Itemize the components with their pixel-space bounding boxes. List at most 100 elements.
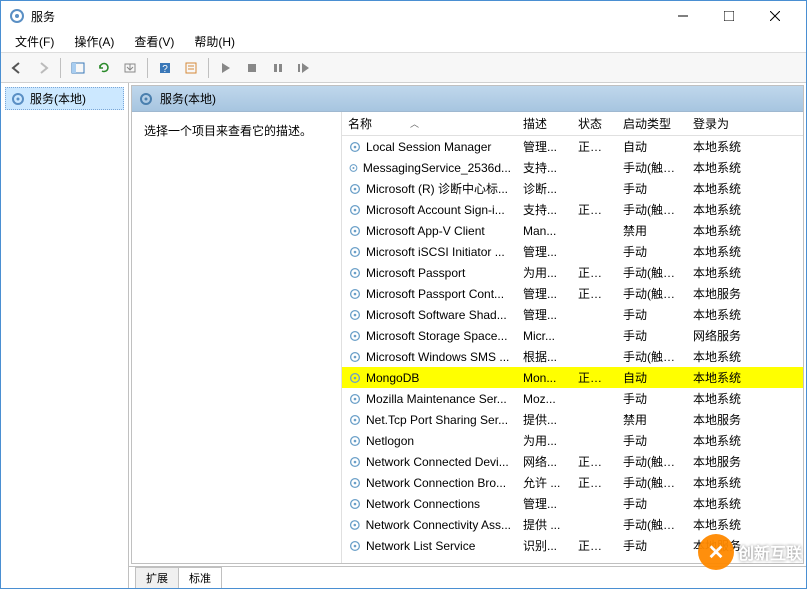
tree-node-label: 服务(本地) — [30, 90, 86, 107]
stop-service-button[interactable] — [240, 56, 264, 80]
service-startup: 手动(触发... — [617, 514, 687, 535]
service-status — [572, 250, 617, 254]
service-startup: 手动(触发... — [617, 346, 687, 367]
service-row[interactable]: Microsoft Storage Space...Micr...手动网络服务 — [342, 325, 803, 346]
services-icon — [9, 8, 25, 24]
service-logon: 本地系统 — [687, 157, 757, 178]
restart-service-button[interactable] — [292, 56, 316, 80]
service-row[interactable]: Network Connected Devi...网络...正在...手动(触发… — [342, 451, 803, 472]
tree-panel: 服务(本地) — [1, 83, 129, 588]
service-row[interactable]: Microsoft Software Shad...管理...手动本地系统 — [342, 304, 803, 325]
service-row[interactable]: Microsoft Windows SMS ...根据...手动(触发...本地… — [342, 346, 803, 367]
list-header: 名称︿ 描述 状态 启动类型 登录为 — [342, 112, 803, 136]
service-logon: 本地系统 — [687, 514, 757, 535]
service-logon: 本地系统 — [687, 346, 757, 367]
service-name: Microsoft (R) 诊断中心标... — [366, 180, 508, 197]
service-name: Microsoft Passport — [366, 266, 465, 280]
watermark: ✕ 创新互联 — [698, 534, 802, 570]
service-row[interactable]: Microsoft iSCSI Initiator ...管理...手动本地系统 — [342, 241, 803, 262]
service-status: 正在... — [572, 136, 617, 157]
column-header-startup[interactable]: 启动类型 — [617, 112, 687, 135]
service-row[interactable]: Local Session Manager管理...正在...自动本地系统 — [342, 136, 803, 157]
window-title: 服务 — [31, 8, 660, 25]
refresh-button[interactable] — [92, 56, 116, 80]
gear-icon — [348, 497, 362, 511]
service-name: Mozilla Maintenance Ser... — [366, 392, 507, 406]
menu-help[interactable]: 帮助(H) — [186, 31, 243, 52]
service-desc: 为用... — [517, 262, 572, 283]
service-row[interactable]: Mozilla Maintenance Ser...Moz...手动本地系统 — [342, 388, 803, 409]
service-row[interactable]: Microsoft Account Sign-i...支持...正在...手动(… — [342, 199, 803, 220]
properties-button[interactable] — [179, 56, 203, 80]
service-desc: 管理... — [517, 283, 572, 304]
list-scroll-area[interactable]: Local Session Manager管理...正在...自动本地系统Mes… — [342, 136, 803, 563]
service-row[interactable]: Net.Tcp Port Sharing Ser...提供...禁用本地服务 — [342, 409, 803, 430]
back-button[interactable] — [5, 56, 29, 80]
service-desc: 管理... — [517, 304, 572, 325]
tab-extended[interactable]: 扩展 — [135, 567, 179, 588]
forward-button[interactable] — [31, 56, 55, 80]
tree-node-services-local[interactable]: 服务(本地) — [5, 87, 124, 110]
service-logon: 本地系统 — [687, 367, 757, 388]
menu-file[interactable]: 文件(F) — [7, 31, 62, 52]
menu-view[interactable]: 查看(V) — [126, 31, 182, 52]
service-row[interactable]: MongoDBMon...正在...自动本地系统 — [342, 367, 803, 388]
show-hide-button[interactable] — [66, 56, 90, 80]
service-logon: 本地系统 — [687, 199, 757, 220]
service-status: 正在... — [572, 283, 617, 304]
service-desc: 允许 ... — [517, 472, 572, 493]
service-desc: 根据... — [517, 346, 572, 367]
column-header-desc[interactable]: 描述 — [517, 112, 572, 135]
gear-icon — [348, 392, 362, 406]
menu-action[interactable]: 操作(A) — [66, 31, 122, 52]
minimize-button[interactable] — [660, 1, 706, 31]
service-row[interactable]: Microsoft App-V ClientMan...禁用本地系统 — [342, 220, 803, 241]
tab-standard[interactable]: 标准 — [178, 567, 222, 588]
gear-icon — [348, 455, 362, 469]
toolbar-separator — [147, 58, 148, 78]
maximize-button[interactable] — [706, 1, 752, 31]
service-logon: 本地系统 — [687, 430, 757, 451]
pause-service-button[interactable] — [266, 56, 290, 80]
service-logon: 本地系统 — [687, 472, 757, 493]
service-status — [572, 334, 617, 338]
service-row[interactable]: Network Connectivity Ass...提供 ...手动(触发..… — [342, 514, 803, 535]
column-header-logon[interactable]: 登录为 — [687, 112, 757, 135]
gear-icon — [348, 329, 362, 343]
watermark-badge-icon: ✕ — [698, 534, 734, 570]
service-startup: 手动 — [617, 430, 687, 451]
service-desc: 管理... — [517, 493, 572, 514]
service-desc: 提供... — [517, 409, 572, 430]
export-button[interactable] — [118, 56, 142, 80]
service-logon: 本地服务 — [687, 409, 757, 430]
service-row[interactable]: Network Connections管理...手动本地系统 — [342, 493, 803, 514]
service-row[interactable]: MessagingService_2536d...支持...手动(触发...本地… — [342, 157, 803, 178]
service-row[interactable]: Microsoft Passport Cont...管理...正在...手动(触… — [342, 283, 803, 304]
service-logon: 本地系统 — [687, 220, 757, 241]
start-service-button[interactable] — [214, 56, 238, 80]
service-status — [572, 187, 617, 191]
service-logon: 本地系统 — [687, 304, 757, 325]
service-row[interactable]: Microsoft (R) 诊断中心标...诊断...手动本地系统 — [342, 178, 803, 199]
service-startup: 手动(触发... — [617, 157, 687, 178]
help-button[interactable]: ? — [153, 56, 177, 80]
service-startup: 手动(触发... — [617, 283, 687, 304]
column-header-name[interactable]: 名称︿ — [342, 112, 517, 135]
service-name: Net.Tcp Port Sharing Ser... — [366, 413, 508, 427]
service-name: Microsoft Software Shad... — [366, 308, 507, 322]
service-row[interactable]: Netlogon为用...手动本地系统 — [342, 430, 803, 451]
gear-icon — [348, 308, 362, 322]
service-desc: 网络... — [517, 451, 572, 472]
column-header-status[interactable]: 状态 — [572, 112, 617, 135]
service-startup: 自动 — [617, 367, 687, 388]
service-name: Microsoft App-V Client — [366, 224, 485, 238]
service-row[interactable]: Microsoft Passport为用...正在...手动(触发...本地系统 — [342, 262, 803, 283]
service-desc: 管理... — [517, 241, 572, 262]
service-startup: 手动 — [617, 388, 687, 409]
service-row[interactable]: Network Connection Bro...允许 ...正在...手动(触… — [342, 472, 803, 493]
service-logon: 本地系统 — [687, 262, 757, 283]
service-desc: 为用... — [517, 430, 572, 451]
close-button[interactable] — [752, 1, 798, 31]
service-desc: Micr... — [517, 327, 572, 345]
service-logon: 本地系统 — [687, 493, 757, 514]
